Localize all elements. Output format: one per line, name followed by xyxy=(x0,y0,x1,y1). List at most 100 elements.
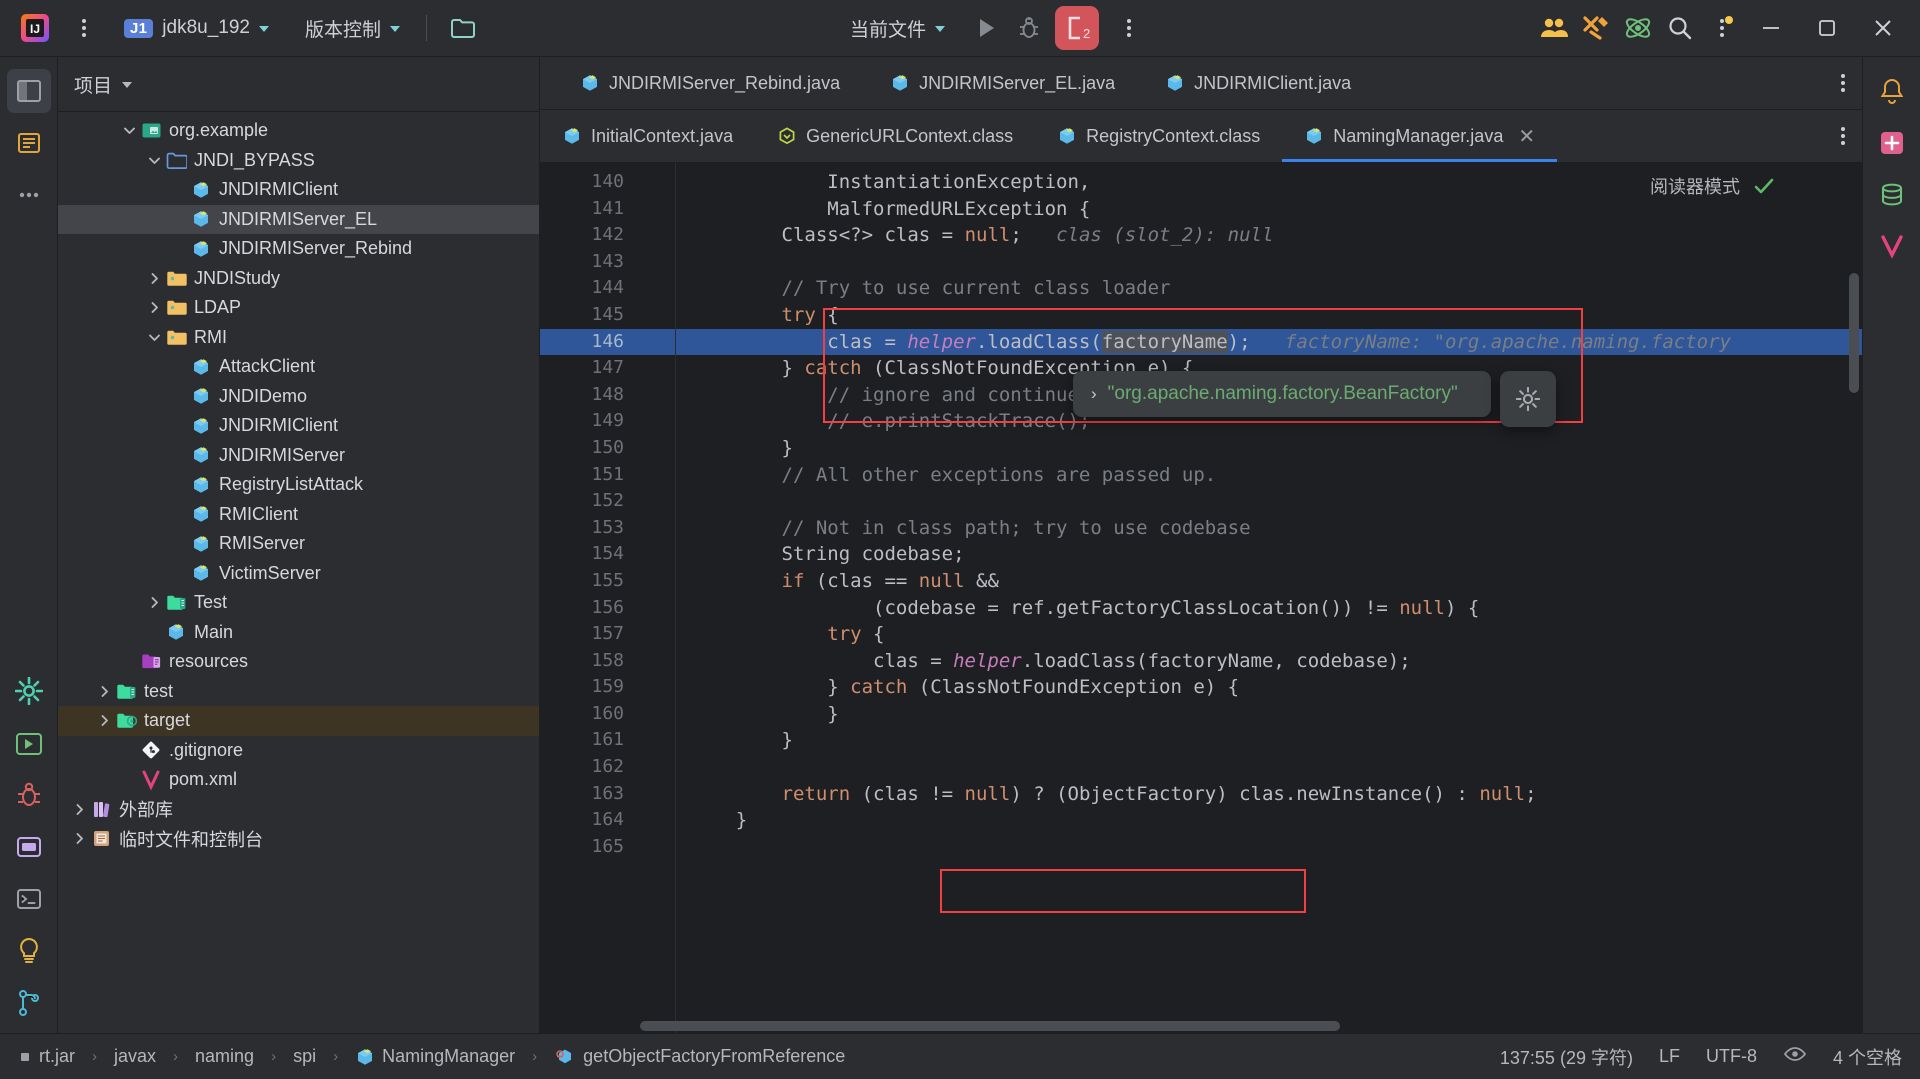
tools-button[interactable] xyxy=(1576,8,1616,48)
tree-node[interactable]: Test xyxy=(58,588,539,618)
tree-arrow-right-icon[interactable] xyxy=(143,592,165,614)
sidebar-item-project[interactable] xyxy=(7,69,51,113)
debugger-value-popup[interactable]: › "org.apache.naming.factory.BeanFactory… xyxy=(1073,371,1491,417)
stop-running-button[interactable]: 2 xyxy=(1055,6,1099,50)
project-panel-header[interactable]: 项目 xyxy=(58,57,539,112)
gutter-marker[interactable] xyxy=(638,462,675,489)
gutter-marker[interactable] xyxy=(638,382,675,409)
tree-arrow-right-icon[interactable] xyxy=(143,267,165,289)
vcs-widget[interactable]: 版本控制 xyxy=(295,11,410,46)
gutter-marker[interactable] xyxy=(638,727,675,754)
main-menu-button[interactable] xyxy=(70,13,98,43)
editor-vertical-scrollbar[interactable] xyxy=(1849,273,1859,393)
gutter-marker[interactable] xyxy=(638,169,675,196)
tree-arrow-down-icon[interactable] xyxy=(143,326,165,348)
notifications-button[interactable] xyxy=(1870,69,1914,113)
gutter-marker[interactable] xyxy=(638,648,675,675)
plugins-button[interactable] xyxy=(1870,121,1914,165)
database-button[interactable] xyxy=(1870,173,1914,217)
run-configuration-selector[interactable]: 当前文件 xyxy=(840,11,955,46)
sidebar-item-problems[interactable] xyxy=(7,929,51,973)
tree-node[interactable]: .gitignore xyxy=(58,736,539,766)
tree-arrow-down-icon[interactable] xyxy=(143,149,165,171)
sidebar-item-terminal[interactable] xyxy=(7,877,51,921)
line-separator[interactable]: LF xyxy=(1659,1046,1680,1067)
gutter-marker[interactable] xyxy=(638,329,675,356)
caret-position[interactable]: 137:55 (29 字符) xyxy=(1500,1044,1633,1070)
breadcrumb-item[interactable]: getObjectFactoryFromReference xyxy=(554,1046,845,1067)
editor-tab[interactable]: JNDIRMIClient.java xyxy=(1137,57,1373,109)
sidebar-item-commit[interactable] xyxy=(7,121,51,165)
breadcrumb-item[interactable]: naming xyxy=(195,1046,254,1067)
tree-node[interactable]: RMI xyxy=(58,323,539,353)
gutter-marker[interactable] xyxy=(638,781,675,808)
editor-tab[interactable]: NamingManager.java✕ xyxy=(1282,110,1557,162)
maximize-window-button[interactable] xyxy=(1800,0,1854,57)
tree-node[interactable]: VictimServer xyxy=(58,559,539,589)
sidebar-item-version-control[interactable] xyxy=(7,981,51,1025)
gutter-marker[interactable] xyxy=(638,515,675,542)
tree-node[interactable]: AttackClient xyxy=(58,352,539,382)
gutter-marker[interactable] xyxy=(638,568,675,595)
tree-node[interactable]: resources xyxy=(58,647,539,677)
tree-node[interactable]: JNDIStudy xyxy=(58,264,539,294)
run-button[interactable] xyxy=(967,8,1007,48)
tree-arrow-right-icon[interactable] xyxy=(143,297,165,319)
tree-node[interactable]: JNDIRMIServer_Rebind xyxy=(58,234,539,264)
close-window-button[interactable] xyxy=(1856,0,1910,57)
gutter-marker[interactable] xyxy=(638,701,675,728)
debug-button[interactable] xyxy=(1009,8,1049,48)
gutter-marker[interactable] xyxy=(638,621,675,648)
tree-node[interactable]: 外部库 xyxy=(58,795,539,825)
tree-arrow-right-icon[interactable] xyxy=(68,828,90,850)
editor-tabs-overflow-button[interactable] xyxy=(1824,57,1862,109)
breadcrumb-item[interactable]: spi xyxy=(293,1046,316,1067)
tree-node[interactable]: RegistryListAttack xyxy=(58,470,539,500)
gutter-marker[interactable] xyxy=(638,302,675,329)
editor-tab[interactable]: JNDIRMIServer_EL.java xyxy=(862,57,1137,109)
popup-settings-button[interactable] xyxy=(1500,371,1556,427)
gutter-markers[interactable] xyxy=(638,163,676,1033)
tree-arrow-down-icon[interactable] xyxy=(118,120,140,142)
gutter-marker[interactable] xyxy=(638,488,675,515)
project-tree[interactable]: org.exampleJNDI_BYPASSJNDIRMIClientJNDIR… xyxy=(58,112,539,1033)
gutter-marker[interactable] xyxy=(638,355,675,382)
editor-tab[interactable]: RegistryContext.class xyxy=(1035,110,1282,162)
gutter-marker[interactable] xyxy=(638,196,675,223)
tree-node[interactable]: pom.xml xyxy=(58,765,539,795)
tree-node[interactable]: JNDIDemo xyxy=(58,382,539,412)
gutter-marker[interactable] xyxy=(638,435,675,462)
tree-node[interactable]: LDAP xyxy=(58,293,539,323)
sidebar-item-run[interactable] xyxy=(7,721,51,765)
gutter-marker[interactable] xyxy=(638,674,675,701)
tree-node[interactable]: Main xyxy=(58,618,539,648)
tree-arrow-right-icon[interactable] xyxy=(68,798,90,820)
tree-node[interactable]: RMIServer xyxy=(58,529,539,559)
sidebar-item-debug[interactable] xyxy=(7,773,51,817)
maven-button[interactable] xyxy=(1870,225,1914,269)
sidebar-item-more-windows[interactable] xyxy=(7,173,51,217)
breadcrumb-item[interactable]: NamingManager xyxy=(355,1046,515,1067)
tree-arrow-right-icon[interactable] xyxy=(93,710,115,732)
ai-assistant-button[interactable] xyxy=(1618,8,1658,48)
gutter-marker[interactable] xyxy=(638,754,675,781)
editor-tab[interactable]: JNDIRMIServer_Rebind.java xyxy=(552,57,862,109)
editor-tab[interactable]: GenericURLContext.class xyxy=(755,110,1035,162)
gutter-marker[interactable] xyxy=(638,408,675,435)
settings-more-button[interactable] xyxy=(1702,8,1742,48)
inspections-widget[interactable] xyxy=(1783,1043,1807,1070)
sidebar-item-settings[interactable] xyxy=(7,669,51,713)
tree-node[interactable]: RMIClient xyxy=(58,500,539,530)
breadcrumb-item[interactable]: rt.jar xyxy=(18,1046,75,1067)
editor-tabs-overflow-button[interactable] xyxy=(1824,110,1862,162)
gutter-marker[interactable] xyxy=(638,595,675,622)
tree-node[interactable]: JNDIRMIClient xyxy=(58,411,539,441)
minimize-window-button[interactable] xyxy=(1744,0,1798,57)
search-everywhere-button[interactable] xyxy=(1660,8,1700,48)
gutter-marker[interactable] xyxy=(638,541,675,568)
tree-node[interactable]: JNDI_BYPASS xyxy=(58,146,539,176)
gutter-marker[interactable] xyxy=(638,249,675,276)
tree-arrow-right-icon[interactable] xyxy=(93,680,115,702)
code-editor[interactable]: 1401411421431441451461471481491501511521… xyxy=(540,163,1862,1033)
chevron-right-icon[interactable]: › xyxy=(1091,384,1097,404)
